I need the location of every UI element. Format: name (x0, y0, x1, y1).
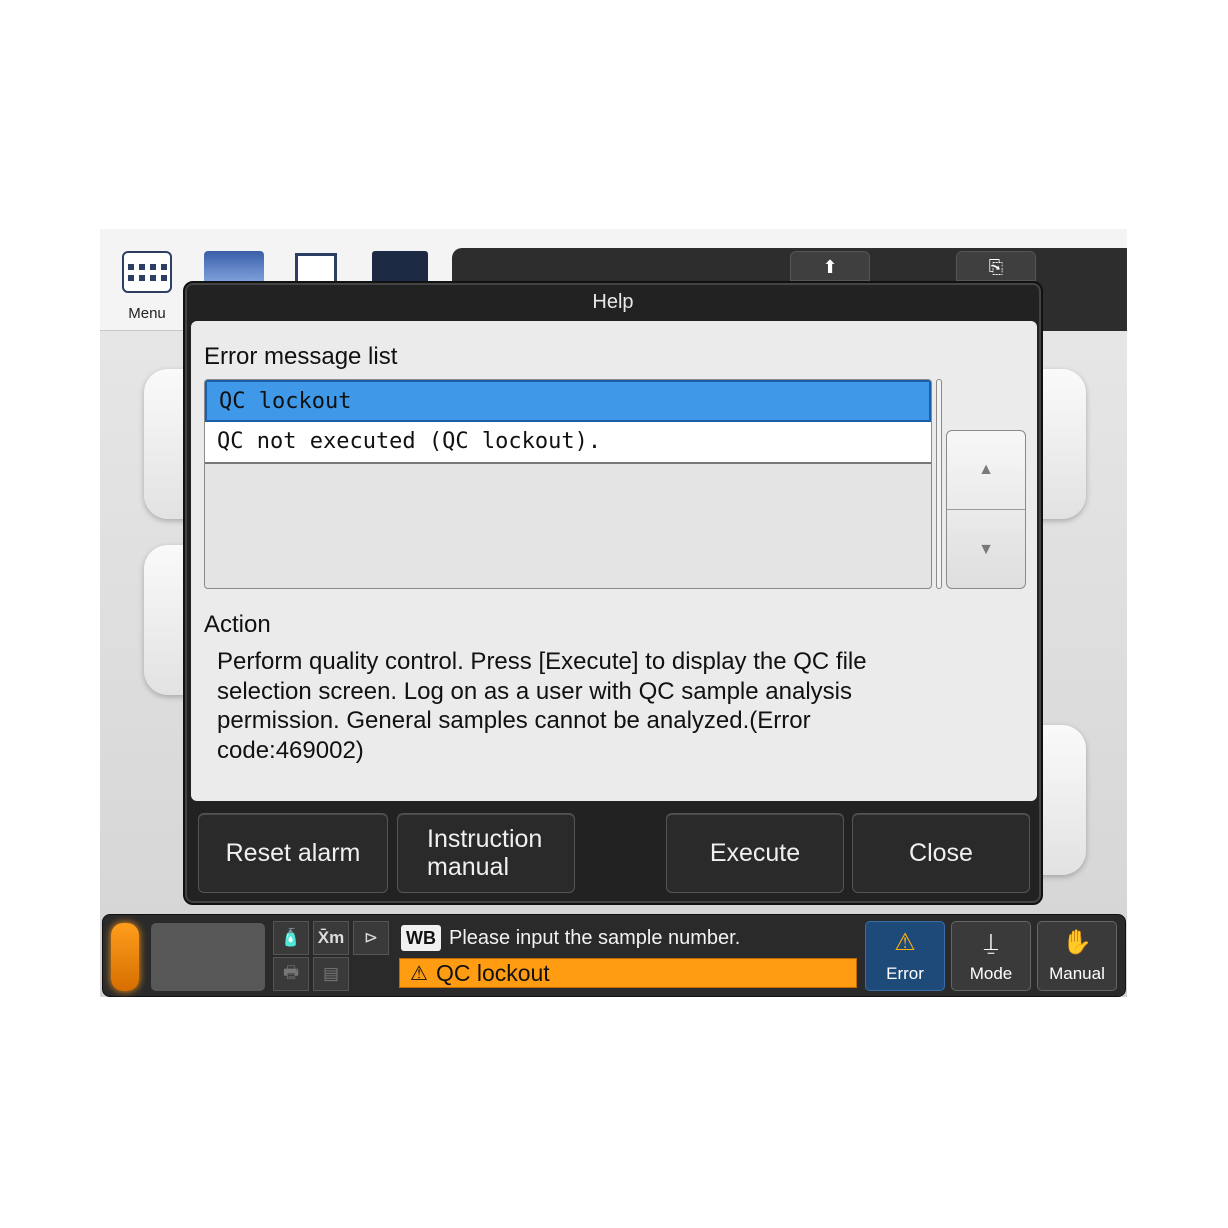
error-button[interactable]: ⚠ Error (865, 921, 945, 991)
manual-button-label: Manual (1049, 964, 1105, 983)
help-dialog: Help Error message list QC lockout QC no… (183, 281, 1043, 905)
arrow-down-icon: ▼ (978, 540, 994, 558)
status-prompt: Please input the sample number. (449, 927, 741, 949)
alarm-text: QC lockout (435, 959, 550, 986)
scroll-buttons: ▲ ▼ (946, 430, 1026, 589)
execute-button[interactable]: Execute (666, 813, 844, 893)
menu-label: Menu (128, 305, 166, 322)
printer-icon[interactable]: 🖶 (273, 957, 309, 991)
arrow-up-icon: ▲ (978, 461, 994, 478)
error-list-heading: Error message list (204, 343, 398, 370)
reset-alarm-button[interactable]: Reset alarm (198, 813, 388, 893)
clipboard-icon[interactable] (295, 253, 337, 283)
status-led (111, 923, 139, 991)
scroll-up-button[interactable]: ▲ (947, 431, 1025, 510)
document-icon[interactable]: ⎘ (956, 251, 1036, 281)
error-message-list[interactable]: QC lockout QC not executed (QC lockout). (204, 379, 932, 589)
tubes-icon: ⍊ (983, 929, 999, 956)
xbar-icon[interactable]: X̄m (313, 921, 349, 955)
alarm-message-bar[interactable]: ⚠ QC lockout (399, 958, 857, 988)
close-button[interactable]: Close (852, 813, 1030, 893)
storage-icon[interactable]: ▤ (313, 957, 349, 991)
manual-button[interactable]: ✋ Manual (1037, 921, 1117, 991)
status-bar: 🧴 🖶 X̄m ▤ ⊳ WB Please input the sample n… (102, 914, 1126, 997)
instruction-manual-label-line2: manual (427, 853, 509, 881)
analyzer-screen: Menu ⬆ ⎘ Help Error message list QC lock… (100, 229, 1127, 997)
mode-button[interactable]: ⍊ Mode (951, 921, 1031, 991)
dialog-title: Help (592, 291, 634, 313)
menu-grid-icon (122, 251, 172, 293)
error-row[interactable]: QC not executed (QC lockout). (205, 422, 931, 464)
action-description: Perform quality control. Press [Execute]… (217, 648, 867, 764)
scroll-down-button[interactable]: ▼ (947, 510, 1025, 589)
sampler-icon[interactable]: ⊳ (353, 921, 389, 955)
home-arrow-icon[interactable]: ⬆ (790, 251, 870, 281)
chart-icon[interactable] (204, 251, 264, 281)
mode-button-label: Mode (969, 964, 1013, 983)
menu-button[interactable]: Menu (116, 251, 178, 331)
error-row-selected[interactable]: QC lockout (205, 380, 931, 422)
warning-icon: ⚠ (894, 929, 916, 956)
monitor-icon[interactable] (372, 251, 428, 281)
error-button-label: Error (886, 964, 924, 983)
manual-hand-icon: ✋ (1062, 929, 1092, 956)
reagent-bottle-icon[interactable]: 🧴 (273, 921, 309, 955)
mode-tag: WB (401, 925, 441, 951)
dialog-body: Error message list QC lockout QC not exe… (191, 321, 1037, 801)
warning-icon: ⚠ (410, 962, 428, 985)
instruction-manual-label-line1: Instruction (427, 825, 543, 853)
list-scrollbar[interactable] (936, 379, 942, 589)
instruction-manual-button[interactable]: Instruction manual (397, 813, 575, 893)
sample-display (151, 923, 265, 991)
action-heading: Action (204, 611, 271, 638)
